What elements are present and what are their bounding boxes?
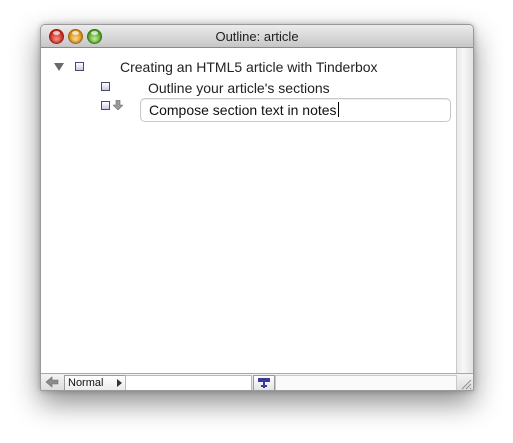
chevron-right-icon — [117, 379, 122, 387]
note-icon[interactable] — [101, 101, 110, 110]
prototype-icon — [258, 378, 270, 388]
view-mode-select[interactable]: Normal — [64, 375, 126, 390]
outline-window: Outline: article Creating an HTML5 artic… — [40, 24, 474, 391]
resize-grip-icon[interactable] — [459, 377, 472, 390]
title-bar[interactable]: Outline: article — [41, 25, 473, 48]
note-icon[interactable] — [75, 62, 84, 71]
status-bar: Normal — [41, 373, 473, 390]
down-arrow-icon[interactable] — [113, 100, 123, 110]
text-caret — [337, 102, 339, 117]
outline-item-root[interactable]: Creating an HTML5 article with Tinderbox — [120, 59, 378, 75]
note-icon[interactable] — [101, 82, 110, 91]
prototype-button[interactable] — [253, 375, 275, 390]
status-field[interactable] — [125, 375, 252, 390]
back-arrow-icon[interactable] — [45, 376, 59, 388]
outline-view[interactable]: Creating an HTML5 article with Tinderbox… — [41, 48, 456, 373]
view-mode-value: Normal — [68, 377, 104, 389]
note-title-edit-text[interactable]: Compose section text in notes — [149, 102, 339, 118]
note-title-edit-field[interactable]: Compose section text in notes — [140, 98, 451, 122]
status-info-field — [275, 375, 457, 390]
disclosure-triangle-icon[interactable] — [54, 63, 64, 71]
outline-item-sections[interactable]: Outline your article's sections — [148, 80, 330, 96]
note-title-value[interactable]: Compose section text in notes — [149, 102, 337, 118]
window-title: Outline: article — [215, 29, 299, 44]
vertical-scrollbar[interactable] — [456, 48, 473, 373]
